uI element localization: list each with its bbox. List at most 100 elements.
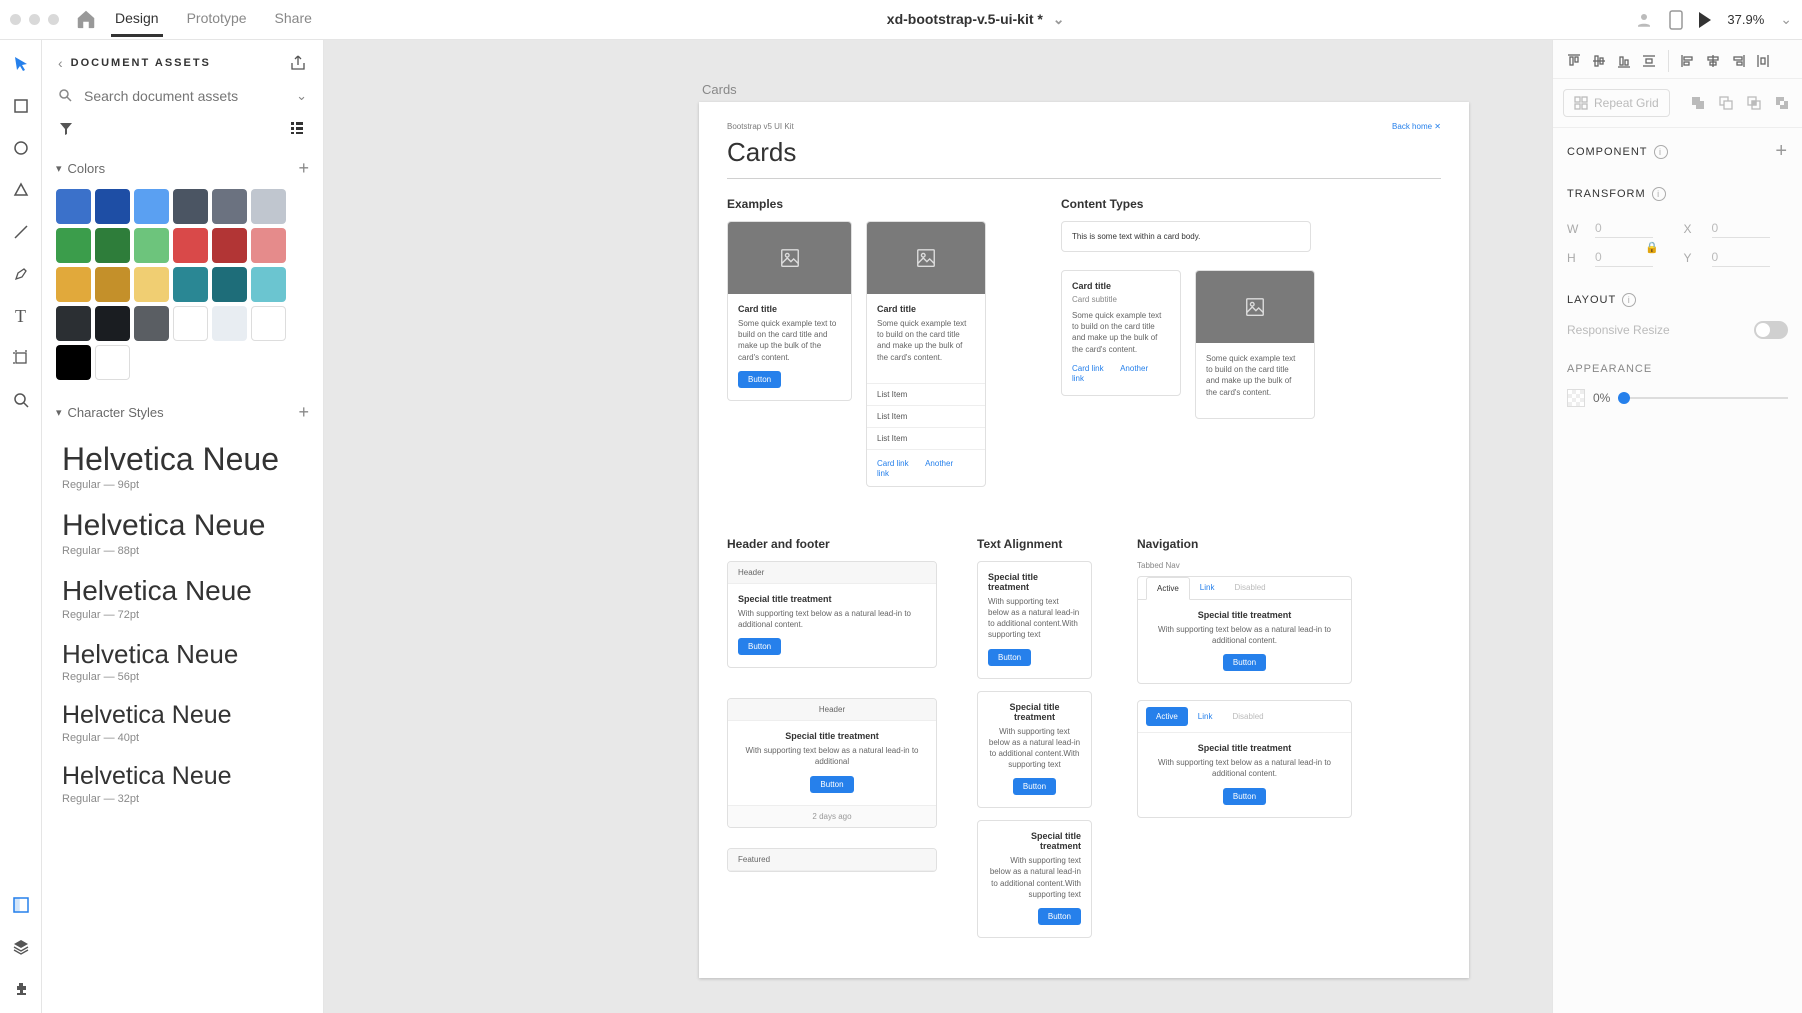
responsive-resize-toggle[interactable] xyxy=(1754,321,1788,339)
card-button[interactable]: Button xyxy=(1038,908,1081,925)
color-swatch[interactable] xyxy=(251,267,286,302)
boolean-exclude-icon[interactable] xyxy=(1772,93,1792,113)
document-title[interactable]: xd-bootstrap-v.5-ui-kit * ⌄ xyxy=(316,11,1636,28)
color-swatch[interactable] xyxy=(95,267,130,302)
home-icon[interactable] xyxy=(75,8,99,32)
charstyle-item[interactable]: Helvetica NeueRegular — 96pt xyxy=(54,435,311,499)
info-icon[interactable]: i xyxy=(1622,293,1636,307)
card-link[interactable]: Card link xyxy=(1072,364,1104,373)
y-input[interactable] xyxy=(1712,248,1770,267)
boolean-subtract-icon[interactable] xyxy=(1716,93,1736,113)
canvas[interactable]: Cards Bootstrap v5 UI Kit Back home ✕ Ca… xyxy=(324,40,1552,1013)
filter-icon[interactable] xyxy=(58,120,76,138)
list-item[interactable]: List Item xyxy=(867,383,985,405)
search-dropdown-icon[interactable]: ⌄ xyxy=(296,88,307,104)
artboard-cards[interactable]: Bootstrap v5 UI Kit Back home ✕ Cards Ex… xyxy=(699,102,1469,978)
polygon-tool-icon[interactable] xyxy=(11,180,31,200)
tab-design[interactable]: Design xyxy=(111,2,163,37)
example-card-2[interactable]: Card title Some quick example text to bu… xyxy=(866,221,986,487)
align-right-icon[interactable] xyxy=(1727,50,1749,72)
x-input[interactable] xyxy=(1712,219,1770,238)
color-swatch[interactable] xyxy=(134,228,169,263)
boolean-add-icon[interactable] xyxy=(1688,93,1708,113)
ellipse-tool-icon[interactable] xyxy=(11,138,31,158)
pen-tool-icon[interactable] xyxy=(11,264,31,284)
charstyle-item[interactable]: Helvetica NeueRegular — 72pt xyxy=(54,569,311,629)
lock-icon[interactable]: 🔒 xyxy=(1645,241,1659,254)
card-button[interactable]: Button xyxy=(1013,778,1056,795)
boolean-intersect-icon[interactable] xyxy=(1744,93,1764,113)
nav-card-pills[interactable]: Active Link Disabled Special title treat… xyxy=(1137,700,1352,817)
search-icon[interactable] xyxy=(58,88,74,104)
hf-card-2[interactable]: Header Special title treatment With supp… xyxy=(727,698,937,827)
charstyle-item[interactable]: Helvetica NeueRegular — 56pt xyxy=(54,633,311,691)
color-swatch[interactable] xyxy=(134,189,169,224)
distribute-v-icon[interactable] xyxy=(1638,50,1660,72)
nav-pill-disabled[interactable]: Disabled xyxy=(1222,707,1273,726)
list-item[interactable]: List Item xyxy=(867,405,985,427)
play-icon[interactable] xyxy=(1699,12,1711,28)
zoom-value[interactable]: 37.9% xyxy=(1727,12,1764,27)
color-swatch[interactable] xyxy=(212,228,247,263)
charstyle-item[interactable]: Helvetica NeueRegular — 32pt xyxy=(54,756,311,813)
opacity-value[interactable]: 0% xyxy=(1593,391,1610,405)
close-dot-icon[interactable] xyxy=(10,14,21,25)
color-swatch[interactable] xyxy=(212,267,247,302)
card-button[interactable]: Button xyxy=(988,649,1031,666)
align-top-icon[interactable] xyxy=(1563,50,1585,72)
opacity-slider[interactable] xyxy=(1618,397,1788,399)
share-icon[interactable] xyxy=(289,54,307,72)
info-icon[interactable]: i xyxy=(1654,145,1668,159)
ta-card-right[interactable]: Special title treatment With supporting … xyxy=(977,820,1092,938)
color-swatch[interactable] xyxy=(95,345,130,380)
example-card-1[interactable]: Card title Some quick example text to bu… xyxy=(727,221,852,401)
nav-card-tabs[interactable]: Active Link Disabled Special title treat… xyxy=(1137,576,1352,684)
color-swatch[interactable] xyxy=(95,228,130,263)
card-button[interactable]: Button xyxy=(738,638,781,655)
info-icon[interactable]: i xyxy=(1652,187,1666,201)
assets-panel-icon[interactable] xyxy=(11,895,31,915)
card-button[interactable]: Button xyxy=(738,371,781,388)
add-color-icon[interactable]: + xyxy=(298,158,309,179)
color-swatch[interactable] xyxy=(56,345,91,380)
color-swatch[interactable] xyxy=(251,189,286,224)
select-tool-icon[interactable] xyxy=(11,54,31,74)
assets-back-icon[interactable]: ‹ xyxy=(58,55,63,71)
assets-search-input[interactable] xyxy=(84,88,286,104)
align-center-icon[interactable] xyxy=(1702,50,1724,72)
text-tool-icon[interactable]: T xyxy=(11,306,31,326)
layers-panel-icon[interactable] xyxy=(11,937,31,957)
content-card-links[interactable]: Card title Card subtitle Some quick exam… xyxy=(1061,270,1181,396)
ta-card-left[interactable]: Special title treatment With supporting … xyxy=(977,561,1092,679)
color-swatch[interactable] xyxy=(212,189,247,224)
color-swatch[interactable] xyxy=(134,267,169,302)
nav-tab-active[interactable]: Active xyxy=(1146,577,1190,600)
charstyle-item[interactable]: Helvetica NeueRegular — 40pt xyxy=(54,695,311,752)
tab-prototype[interactable]: Prototype xyxy=(183,2,251,37)
color-swatch[interactable] xyxy=(56,306,91,341)
add-component-icon[interactable]: + xyxy=(1775,140,1788,163)
color-swatch[interactable] xyxy=(95,189,130,224)
card-body-only[interactable]: This is some text within a card body. xyxy=(1061,221,1311,252)
card-button[interactable]: Button xyxy=(1223,654,1266,671)
colors-section-header[interactable]: ▾ Colors + xyxy=(42,148,323,185)
rectangle-tool-icon[interactable] xyxy=(11,96,31,116)
width-input[interactable] xyxy=(1595,219,1653,238)
plugins-panel-icon[interactable] xyxy=(11,979,31,999)
color-swatch[interactable] xyxy=(212,306,247,341)
artboard-label[interactable]: Cards xyxy=(702,82,737,97)
zoom-dot-icon[interactable] xyxy=(48,14,59,25)
ta-card-center[interactable]: Special title treatment With supporting … xyxy=(977,691,1092,809)
avatar-icon[interactable] xyxy=(1635,11,1653,29)
color-swatch[interactable] xyxy=(134,306,169,341)
color-swatch[interactable] xyxy=(56,228,91,263)
hf-card-3[interactable]: Featured xyxy=(727,848,937,872)
nav-tab-link[interactable]: Link xyxy=(1190,577,1225,599)
color-swatch[interactable] xyxy=(173,267,208,302)
opacity-swatch-icon[interactable] xyxy=(1567,389,1585,407)
color-swatch[interactable] xyxy=(56,267,91,302)
card-button[interactable]: Button xyxy=(810,776,853,793)
chevron-down-icon[interactable]: ⌄ xyxy=(1053,11,1065,27)
distribute-h-icon[interactable] xyxy=(1752,50,1774,72)
color-swatch[interactable] xyxy=(95,306,130,341)
